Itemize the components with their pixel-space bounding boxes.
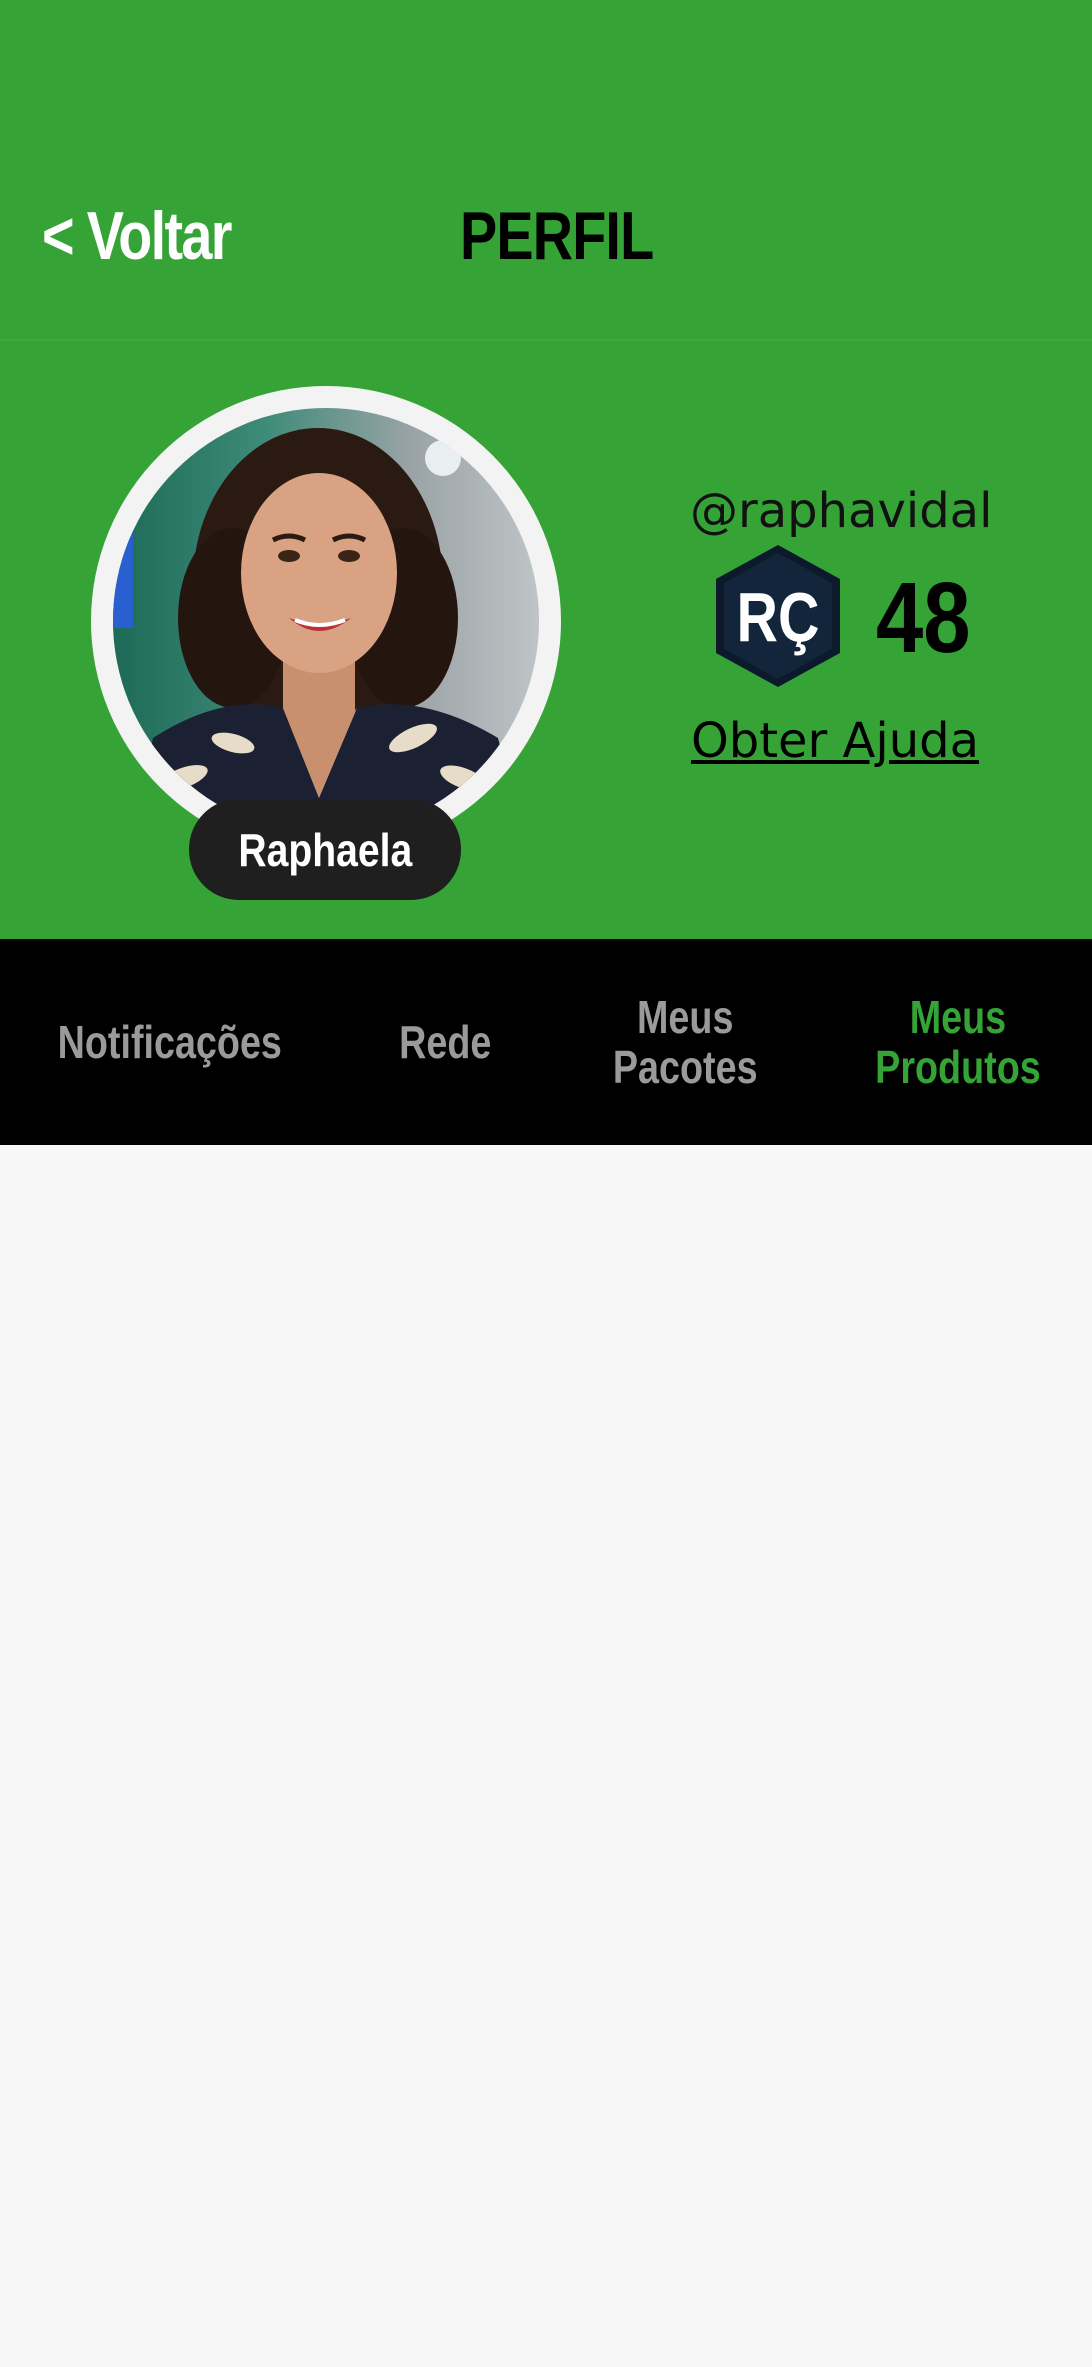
profile-name-badge: Raphaela — [189, 799, 461, 900]
coin-balance: 48 — [876, 562, 971, 674]
tab-content-area — [0, 1145, 1092, 2367]
top-bar: < Voltar PERFIL — [0, 0, 1092, 339]
page-title: PERFIL — [460, 198, 654, 274]
tab-meus-pacotes[interactable]: Meus Pacotes — [570, 939, 800, 1145]
tab-label: Meus Pacotes — [612, 991, 758, 1093]
profile-section: Raphaela @raphavidal RÇ 48 Obter Ajuda — [0, 341, 1092, 939]
tab-label: Rede — [398, 1016, 492, 1068]
tab-meus-produtos[interactable]: Meus Produtos — [835, 939, 1080, 1145]
get-help-link[interactable]: Obter Ajuda — [690, 711, 980, 771]
back-button[interactable]: < Voltar — [42, 196, 232, 276]
profile-name: Raphaela — [238, 823, 412, 876]
tab-rede[interactable]: Rede — [345, 939, 545, 1145]
coin-symbol: RÇ — [737, 578, 820, 657]
profile-tabs: Notificações Rede Meus Pacotes Meus Prod… — [0, 939, 1092, 1145]
tab-label: Meus Produtos — [874, 991, 1041, 1093]
avatar-image — [113, 408, 539, 834]
tab-label: Notificações — [57, 1016, 283, 1068]
coin-badge-icon: RÇ — [716, 545, 840, 687]
profile-handle: @raphavidal — [690, 483, 993, 539]
avatar[interactable] — [113, 408, 539, 834]
tab-notificacoes[interactable]: Notificações — [20, 939, 320, 1145]
